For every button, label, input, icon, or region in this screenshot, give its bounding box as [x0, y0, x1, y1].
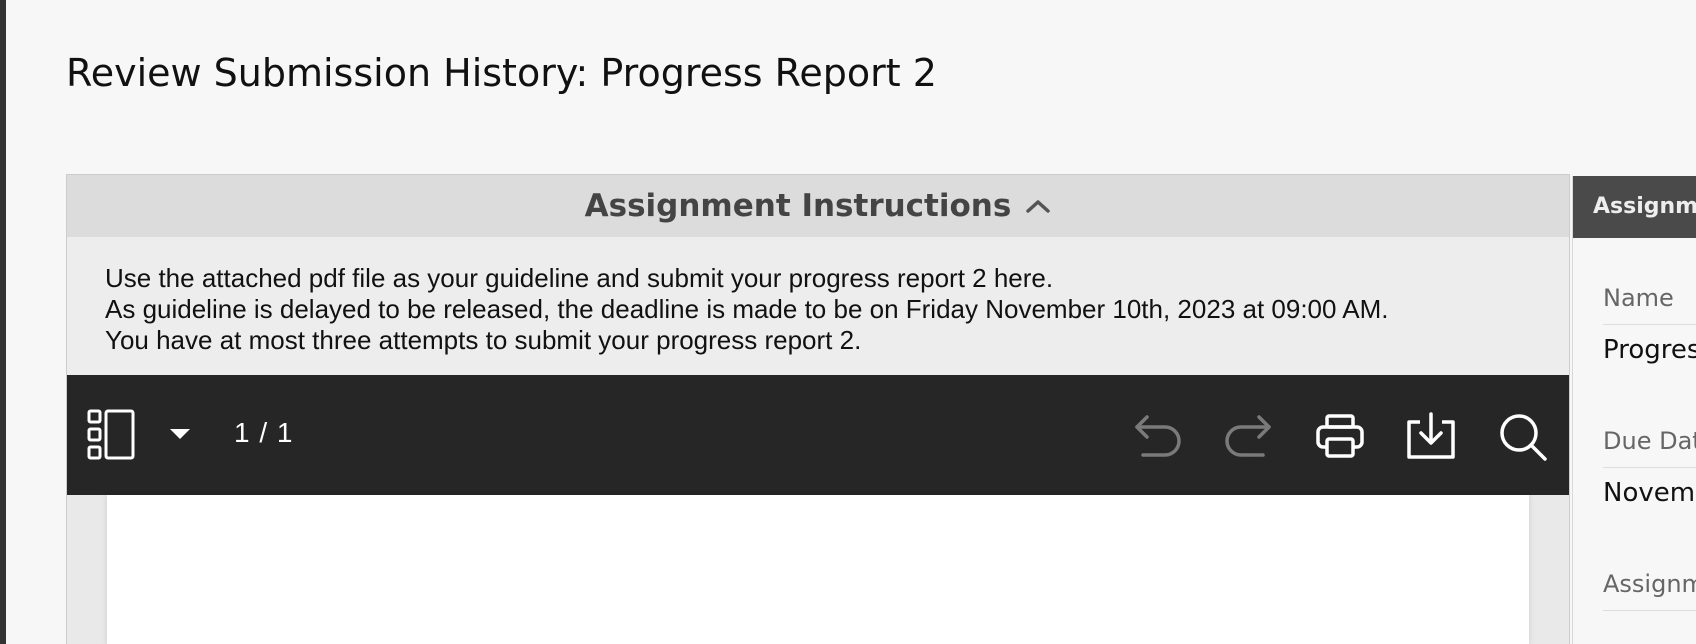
instruction-line: As guideline is delayed to be released, … [105, 294, 1389, 324]
instructions-header-label: Assignment Instructions [584, 188, 1012, 224]
instructions-toggle-header[interactable]: Assignment Instructions [67, 175, 1569, 237]
instruction-line: You have at most three attempts to submi… [105, 325, 862, 355]
page-title: Review Submission History: Progress Repo… [66, 51, 937, 95]
pdf-toolbar: 1 / 1 [67, 375, 1569, 495]
print-icon [1316, 414, 1364, 458]
download-button[interactable] [1405, 411, 1457, 461]
chevron-up-icon [1026, 200, 1051, 213]
name-value: Progress [1603, 335, 1696, 365]
submission-viewer-panel: Assignment Instructions Use the attached… [66, 174, 1570, 644]
download-icon [1407, 412, 1455, 459]
search-icon [1500, 414, 1547, 461]
search-button[interactable] [1497, 411, 1549, 463]
pdf-viewport[interactable] [67, 495, 1569, 644]
undo-button[interactable] [1129, 413, 1185, 461]
assignment-details-header: Assignme [1573, 176, 1696, 238]
assignment-field: Assignm [1603, 570, 1696, 611]
undo-icon [1135, 415, 1181, 457]
assignment-details-panel: Assignme Name Progress Due Date Novemb A… [1572, 176, 1696, 644]
name-field: Name Progress [1603, 284, 1696, 365]
page-counter: 1 / 1 [234, 417, 294, 448]
sidebar-toggle-icon [87, 409, 135, 460]
assignment-label: Assignm [1603, 570, 1696, 611]
window-left-edge [0, 0, 6, 644]
due-date-value: Novemb [1603, 478, 1696, 508]
redo-button[interactable] [1221, 413, 1277, 461]
view-options-dropdown[interactable] [167, 423, 193, 445]
caret-down-icon [170, 429, 190, 439]
redo-icon [1225, 415, 1271, 457]
due-date-label: Due Date [1603, 427, 1696, 468]
name-label: Name [1603, 284, 1696, 325]
sidebar-toggle-button[interactable] [87, 409, 135, 461]
print-button[interactable] [1313, 411, 1367, 461]
instruction-line: Use the attached pdf file as your guidel… [105, 263, 1054, 293]
due-date-field: Due Date Novemb [1603, 427, 1696, 508]
instructions-body: Use the attached pdf file as your guidel… [67, 237, 1569, 375]
pdf-page [107, 495, 1529, 644]
